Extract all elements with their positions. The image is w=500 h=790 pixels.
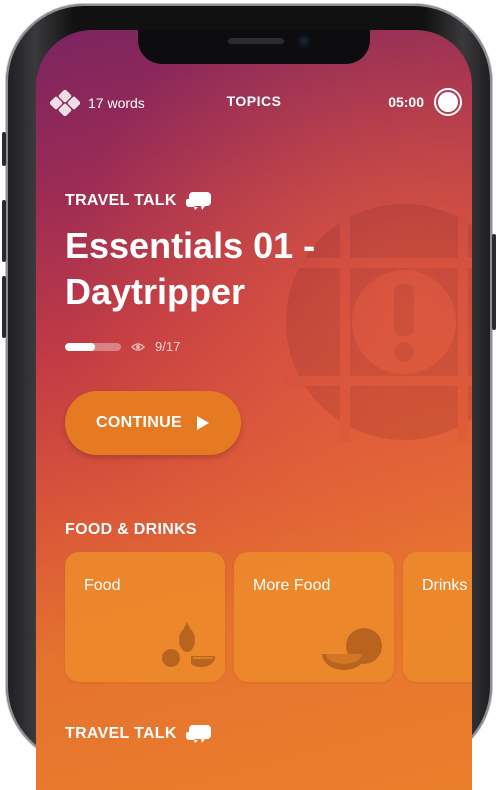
card-label: Drinks: [422, 577, 468, 594]
topic-card-drinks[interactable]: Drinks: [403, 552, 472, 682]
side-button-volume-up: [2, 200, 6, 262]
topic-card-food[interactable]: Food: [65, 552, 225, 682]
record-dot-icon: [438, 92, 458, 112]
earpiece-speaker: [228, 38, 284, 44]
app-screen: 17 words TOPICS 05:00 TRAVEL TALK Essent…: [36, 30, 472, 790]
continue-button-label: CONTINUE: [96, 414, 182, 431]
card-label: Food: [84, 577, 121, 594]
eye-icon: [131, 342, 145, 351]
side-button-power: [492, 234, 496, 330]
lesson-progress: 9/17: [65, 339, 180, 354]
continue-button[interactable]: CONTINUE: [65, 391, 241, 455]
play-icon: [196, 416, 209, 430]
section-title-travel-talk: TRAVEL TALK: [65, 723, 213, 745]
phone-frame: 17 words TOPICS 05:00 TRAVEL TALK Essent…: [2, 4, 496, 790]
chat-bubbles-icon: [185, 725, 211, 743]
record-button[interactable]: [434, 88, 462, 116]
progress-count: 9/17: [155, 339, 181, 354]
coconut-icon: [322, 628, 382, 670]
top-bar: 17 words TOPICS 05:00: [36, 88, 472, 116]
topic-card-more-food[interactable]: More Food: [234, 552, 394, 682]
section-title-food-drinks: FOOD & DRINKS: [65, 521, 197, 539]
side-button-mute: [2, 132, 6, 166]
section-label-food-drinks: FOOD & DRINKS: [65, 521, 197, 538]
topic-cards-row: Food More Food Drinks: [65, 552, 472, 682]
timer-value: 05:00: [388, 94, 424, 110]
progress-bar-fill: [65, 342, 95, 351]
side-button-volume-down: [2, 276, 6, 338]
section-label-travel-talk: TRAVEL TALK: [65, 725, 177, 742]
lesson-category-label: TRAVEL TALK: [65, 192, 177, 209]
card-label: More Food: [253, 577, 331, 594]
lesson-title: Essentials 01 - Daytripper: [65, 225, 316, 312]
lesson-category: TRAVEL TALK: [65, 190, 213, 212]
session-timer: 05:00: [388, 88, 462, 116]
front-camera: [298, 35, 310, 47]
fruit-icon: [162, 622, 216, 668]
notch: [138, 30, 370, 64]
progress-bar: [65, 342, 121, 351]
chat-bubbles-icon: [185, 192, 211, 210]
